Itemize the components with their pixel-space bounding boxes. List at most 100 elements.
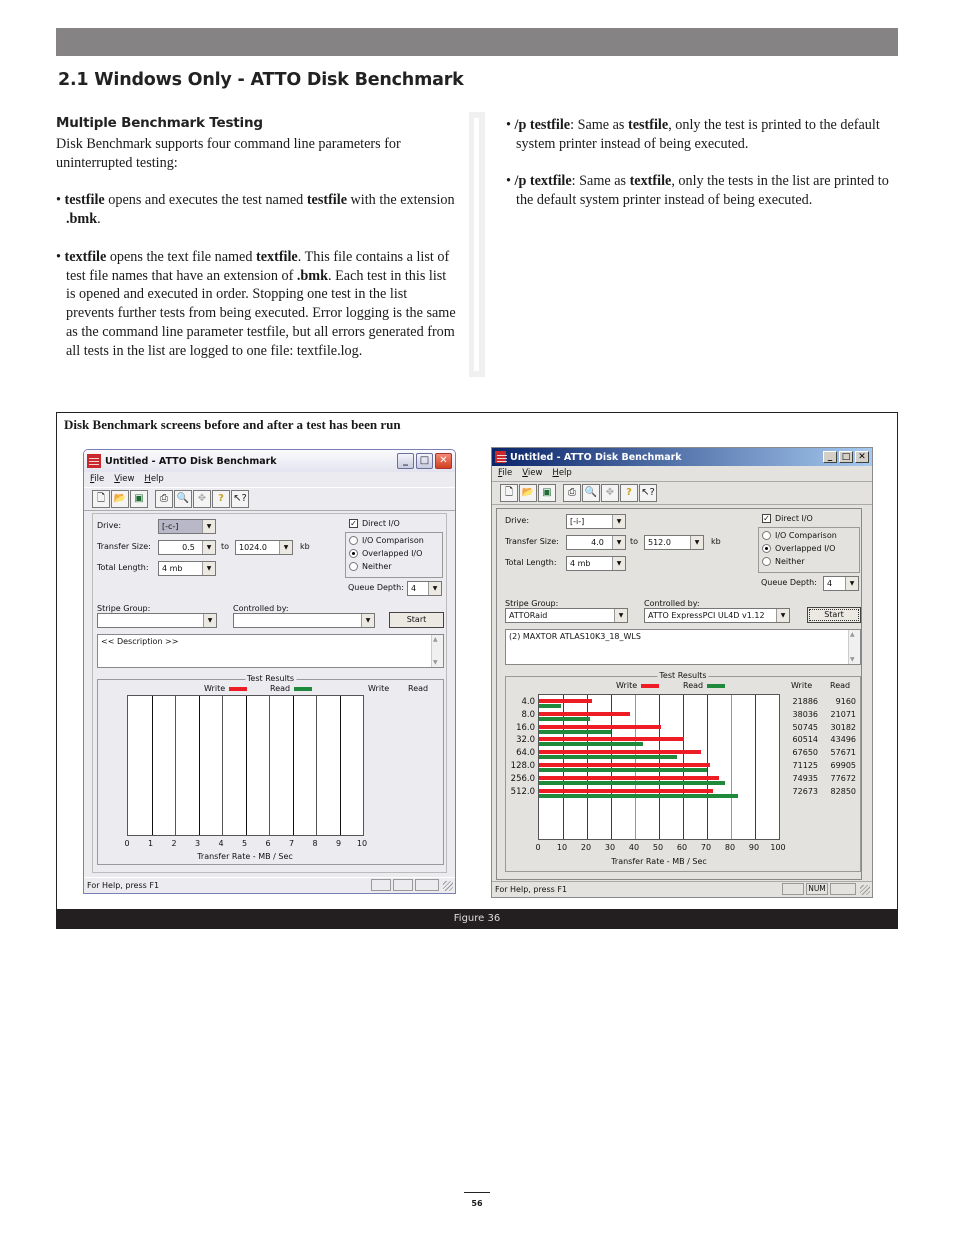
x-axis-label: Transfer Rate - MB / Sec	[611, 857, 707, 866]
start-button[interactable]: Start	[389, 612, 444, 628]
figure-caption: Disk Benchmark screens before and after …	[64, 417, 401, 432]
x-tick-label: 90	[748, 843, 760, 852]
total-length-select[interactable]: 4 mb ▼	[158, 561, 216, 576]
print-icon[interactable]: ⎙	[155, 490, 173, 508]
y-tick-label: 256.0	[510, 773, 535, 784]
transfer-size-to-select[interactable]: 1024.0 ▼	[235, 540, 293, 555]
maximize-button[interactable]: □	[839, 451, 853, 463]
print-preview-icon[interactable]: 🔍	[174, 490, 192, 508]
print-icon[interactable]: ⎙	[563, 484, 581, 502]
resize-grip[interactable]	[443, 881, 453, 891]
maximize-button[interactable]: □	[416, 453, 433, 469]
neither-radio[interactable]	[762, 557, 771, 566]
window-title: Untitled - ATTO Disk Benchmark	[105, 455, 277, 467]
close-button[interactable]: ✕	[435, 453, 452, 469]
transfer-size-label: Transfer Size:	[505, 537, 559, 546]
description-field[interactable]: (2) MAXTOR ATLAS10K3_18_WLS	[505, 629, 861, 665]
queue-depth-value: 4	[827, 579, 833, 588]
neither-radio[interactable]	[349, 562, 358, 571]
transfer-from-value: 0.5	[182, 543, 195, 552]
transfer-size-from-select[interactable]: 0.5 ▼	[158, 540, 216, 555]
test-results-title: Test Results	[657, 671, 709, 680]
legend-read-swatch	[294, 686, 313, 691]
description-scrollbar[interactable]	[848, 630, 860, 664]
bullet-term: textfile	[64, 248, 107, 265]
close-button[interactable]: ✕	[855, 451, 869, 463]
neither-label: Neither	[362, 562, 392, 571]
x-tick-label: 40	[628, 843, 640, 852]
chevron-down-icon: ▼	[279, 541, 292, 554]
x-tick-label: 6	[265, 839, 271, 848]
new-icon[interactable]: 🗋	[92, 490, 110, 508]
chevron-down-icon: ▼	[845, 577, 858, 590]
transfer-size-from-select[interactable]: 4.0 ▼	[566, 535, 626, 550]
main-panel: Drive: [-i-] ▼ Transfer Size: 4.0 ▼ to 512…	[496, 508, 862, 880]
gridline	[222, 696, 223, 835]
overlapped-io-radio[interactable]	[349, 549, 358, 558]
bold-term: textfile	[629, 173, 672, 190]
bullet-text: opens and executes the test named	[104, 192, 307, 209]
io-comparison-radio[interactable]	[349, 536, 358, 545]
menu-help[interactable]: Help	[552, 468, 571, 479]
help-icon[interactable]: ?	[212, 490, 230, 508]
queue-depth-select[interactable]: 4 ▼	[823, 576, 859, 591]
status-text: For Help, press F1	[87, 881, 160, 890]
move-icon[interactable]: ✥	[193, 490, 211, 508]
help-icon[interactable]: ?	[620, 484, 638, 502]
x-tick-label: 8	[312, 839, 318, 848]
move-icon[interactable]: ✥	[601, 484, 619, 502]
bullet-marker: •	[56, 248, 65, 265]
chevron-down-icon: ▼	[203, 614, 216, 627]
context-help-icon[interactable]: ↖?	[231, 490, 249, 508]
drive-select[interactable]: [-i-] ▼	[566, 514, 626, 529]
benchmark-window-after: Untitled - ATTO Disk Benchmark _ □ ✕ Fil…	[491, 447, 873, 898]
minimize-button[interactable]: _	[397, 453, 414, 469]
total-length-select[interactable]: 4 mb ▼	[566, 556, 626, 571]
gridline	[269, 696, 270, 835]
open-icon[interactable]: 📂	[111, 490, 129, 508]
status-panel	[782, 883, 804, 895]
description-field[interactable]: << Description >>	[97, 634, 444, 668]
transfer-from-value: 4.0	[591, 538, 604, 547]
write-value: 60514	[792, 735, 818, 745]
drive-select[interactable]: [-c-] ▼	[158, 519, 216, 534]
overlapped-io-radio[interactable]	[762, 544, 771, 553]
save-icon[interactable]: ▣	[538, 484, 556, 502]
legend-read-label: Read	[270, 684, 291, 693]
io-comparison-radio[interactable]	[762, 531, 771, 540]
controlled-by-select[interactable]: ▼	[233, 613, 375, 628]
total-length-value: 4 mb	[162, 564, 183, 573]
main-panel: Drive: [-c-] ▼ Transfer Size: 0.5 ▼ to 102…	[92, 513, 447, 873]
status-bar: For Help, press F1 NUM	[492, 881, 872, 897]
save-icon[interactable]: ▣	[130, 490, 148, 508]
stripe-group-select[interactable]: ATTORaid ▼	[505, 608, 628, 623]
direct-io-checkbox[interactable]: ✓	[762, 514, 771, 523]
status-text: For Help, press F1	[495, 885, 568, 894]
controlled-by-select[interactable]: ATTO ExpressPCI UL4D v1.12 ▼	[644, 608, 790, 623]
minimize-button[interactable]: _	[823, 451, 837, 463]
write-value: 50745	[792, 722, 818, 732]
x-tick-label: 9	[335, 839, 342, 848]
menu-view[interactable]: View	[114, 474, 134, 485]
x-tick-label: 30	[604, 843, 616, 852]
context-help-icon[interactable]: ↖?	[639, 484, 657, 502]
legend-read: Read	[683, 681, 726, 690]
open-icon[interactable]: 📂	[519, 484, 537, 502]
transfer-size-to-select[interactable]: 512.0 ▼	[644, 535, 704, 550]
menu-view[interactable]: View	[522, 468, 542, 479]
menu-help[interactable]: Help	[144, 474, 163, 485]
write-value: 71125	[792, 761, 818, 770]
print-preview-icon[interactable]: 🔍	[582, 484, 600, 502]
resize-grip[interactable]	[860, 885, 870, 895]
description-scrollbar[interactable]	[431, 635, 443, 667]
direct-io-checkbox[interactable]: ✓	[349, 519, 358, 528]
drive-label: Drive:	[97, 521, 122, 530]
status-panel	[393, 879, 413, 891]
write-bar	[539, 699, 592, 703]
stripe-group-select[interactable]: ▼	[97, 613, 217, 628]
new-icon[interactable]: 🗋	[500, 484, 518, 502]
menu-file[interactable]: File	[498, 468, 512, 479]
queue-depth-select[interactable]: 4 ▼	[407, 581, 442, 596]
start-button[interactable]: Start	[807, 607, 861, 623]
menu-file[interactable]: File	[90, 474, 104, 485]
